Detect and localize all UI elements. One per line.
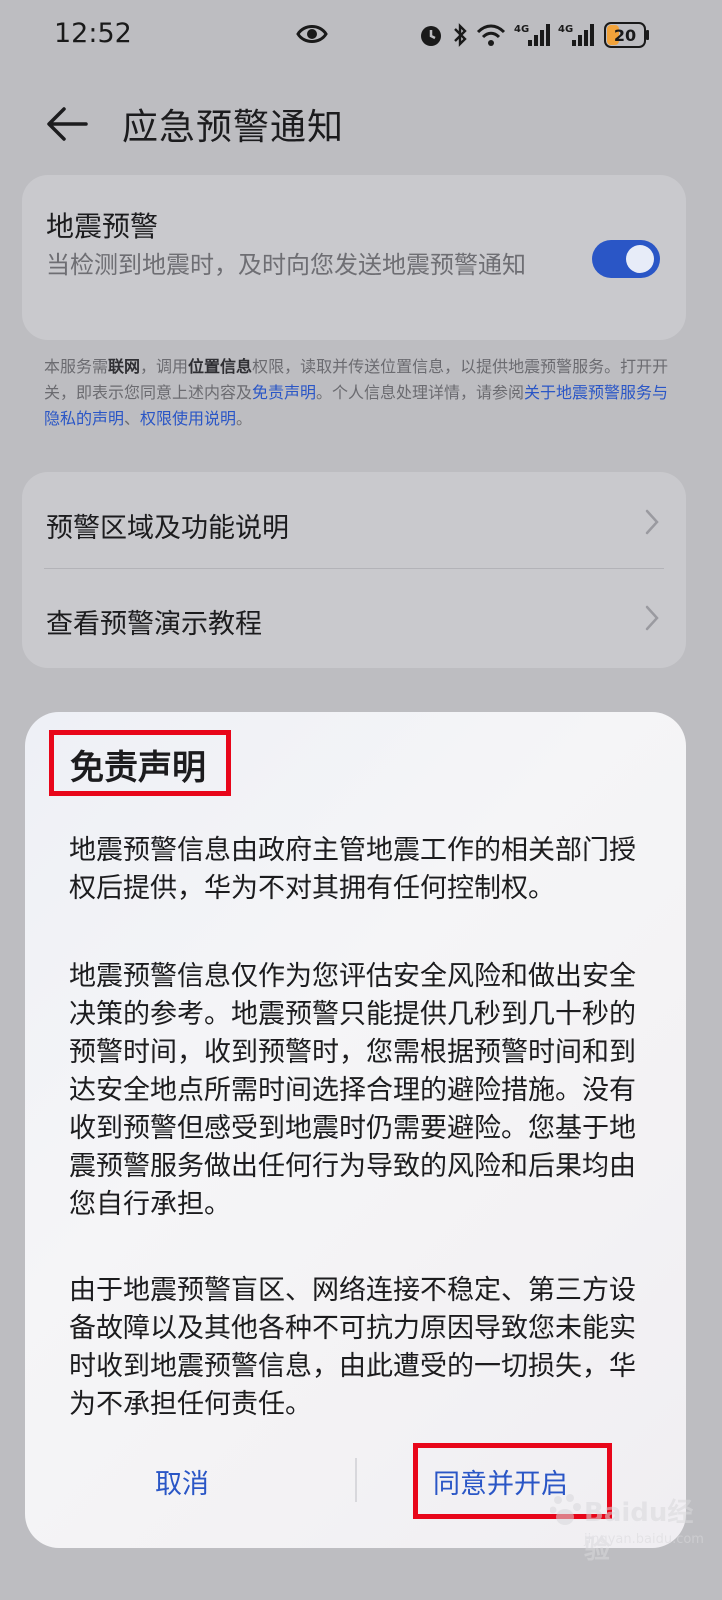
disclaimer-paragraph: 地震预警信息仅作为您评估安全风险和做出安全决策的参考。地震预警只能提供几秒到几十… — [69, 961, 636, 1220]
arrow-left-icon[interactable] — [46, 104, 88, 144]
notice-text: 本服务需 — [44, 357, 109, 376]
notice-text: 。 — [236, 409, 253, 428]
toggle-knob — [626, 245, 654, 273]
title-highlight-box — [49, 730, 231, 796]
alarm-icon — [421, 26, 441, 46]
page-title: 应急预警通知 — [122, 107, 345, 148]
chevron-right-icon — [645, 509, 659, 535]
status-bar: 12:52 4G 4G 20 — [0, 0, 722, 72]
chevron-right-icon — [645, 605, 659, 631]
eye-icon — [296, 25, 328, 43]
earthquake-warning-description: 当检测到地震时，及时向您发送地震预警通知 — [46, 251, 526, 279]
menu-card: 预警区域及功能说明 查看预警演示教程 — [22, 472, 686, 668]
notice-network: 联网 — [108, 357, 141, 376]
signal-icon: 4G — [514, 24, 550, 46]
disclaimer-dialog: 免责声明 地震预警信息由政府主管地震工作的相关部门授权后提供，华为不对其拥有任何… — [25, 712, 686, 1548]
cancel-button[interactable]: 取消 — [155, 1462, 209, 1501]
notice-location: 位置信息 — [188, 357, 253, 376]
notice-text: 、 — [124, 409, 141, 428]
status-icons: 4G 4G — [418, 20, 594, 50]
signal-icon: 4G — [558, 24, 594, 46]
network-label: 4G — [514, 24, 529, 35]
watermark-subtext: jingyan.baidu.com — [584, 1532, 704, 1547]
network-label: 4G — [558, 24, 573, 35]
baidu-watermark: Baidu经验 jingyan.baidu.com — [550, 1488, 710, 1565]
notice-text: 。个人信息处理详情，请参阅 — [316, 383, 525, 402]
earthquake-warning-toggle[interactable] — [592, 240, 660, 278]
disclaimer-link[interactable]: 免责声明 — [252, 383, 316, 402]
menu-item-demo-tutorial[interactable]: 查看预警演示教程 — [22, 568, 686, 664]
menu-item-warning-area[interactable]: 预警区域及功能说明 — [22, 472, 686, 568]
wifi-icon — [476, 24, 506, 46]
battery-icon: 20 — [604, 22, 649, 48]
disclaimer-paragraph: 由于地震预警盲区、网络连接不稳定、第三方设备故障以及其他各种不可抗力原因导致您未… — [69, 1275, 636, 1420]
bluetooth-icon — [454, 23, 467, 47]
paw-icon — [550, 1494, 581, 1525]
permission-usage-link[interactable]: 权限使用说明 — [140, 409, 236, 428]
button-divider — [355, 1458, 357, 1502]
earthquake-warning-title: 地震预警 — [46, 210, 159, 243]
disclaimer-paragraph: 地震预警信息由政府主管地震工作的相关部门授权后提供，华为不对其拥有任何控制权。 — [69, 835, 636, 904]
notice-text: ，调用 — [140, 357, 189, 376]
watermark-text: Baidu经验 — [584, 1498, 694, 1565]
service-notice: 本服务需联网，调用位置信息权限，读取并传送位置信息，以提供地震预警服务。打开开关… — [44, 354, 676, 432]
status-time: 12:52 — [54, 18, 132, 49]
earthquake-warning-card: 地震预警 当检测到地震时，及时向您发送地震预警通知 — [22, 175, 686, 340]
menu-item-label: 预警区域及功能说明 — [46, 513, 289, 544]
menu-item-label: 查看预警演示教程 — [46, 609, 262, 640]
battery-level: 20 — [614, 26, 636, 45]
